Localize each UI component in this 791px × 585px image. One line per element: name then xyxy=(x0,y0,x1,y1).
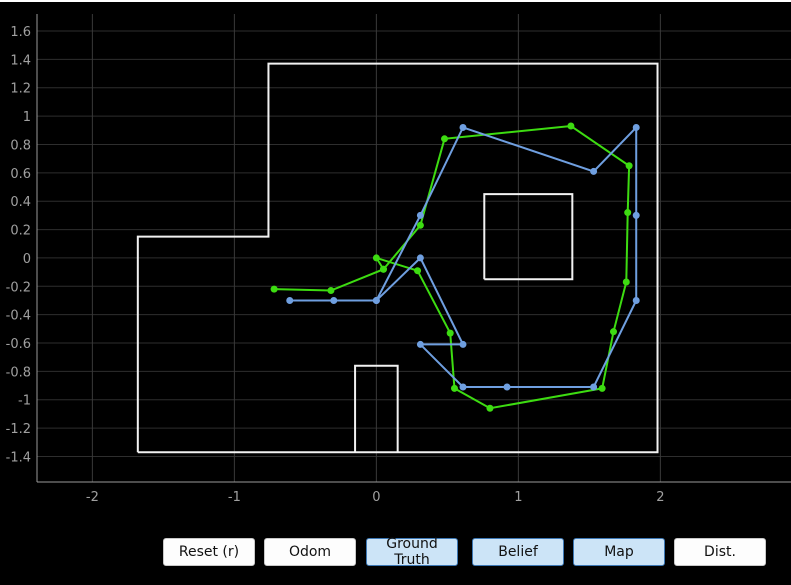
belief-point xyxy=(446,329,454,337)
belief-point xyxy=(610,328,618,336)
y-tick-label: -0.2 xyxy=(6,280,31,295)
belief-point xyxy=(414,267,422,275)
trajectory-plot: 1.6 1.4 1.2 1 0.8 0.6 0.4 0.2 0 -0.2 -0.4 -0.6 -0.8 -… xyxy=(6,14,791,505)
ground-truth-point xyxy=(416,211,424,219)
ground-truth-toggle-button[interactable]: Ground Truth xyxy=(366,536,458,568)
belief-toggle-button[interactable]: Belief xyxy=(472,538,564,566)
belief-point xyxy=(624,209,632,217)
y-tick-label: 1 xyxy=(23,110,31,125)
y-tick-label: -1.2 xyxy=(6,422,31,437)
ground-truth-point xyxy=(459,340,467,348)
y-tick-label: -0.6 xyxy=(6,337,31,352)
ground-truth-point xyxy=(632,123,640,131)
belief-point xyxy=(379,265,387,273)
y-tick-label: 0.8 xyxy=(10,138,31,153)
ground-truth-point xyxy=(632,211,640,219)
x-tick-label: -2 xyxy=(86,490,99,505)
belief-point xyxy=(598,384,606,392)
ground-truth-point xyxy=(416,340,424,348)
ground-truth-point xyxy=(372,296,380,304)
belief-point xyxy=(625,162,633,170)
inner-box-obstacle xyxy=(483,193,574,281)
x-tick-label: -1 xyxy=(228,490,241,505)
ground-truth-point xyxy=(632,296,640,304)
belief-point xyxy=(450,384,458,392)
y-tick-label: 0 xyxy=(23,252,31,267)
ground-truth-point xyxy=(590,383,598,391)
belief-point xyxy=(622,278,630,286)
y-tick-label: 1.2 xyxy=(10,82,31,97)
x-tick-label: 0 xyxy=(372,490,380,505)
y-tick-label: 0.4 xyxy=(10,195,31,210)
belief-path-line xyxy=(274,125,631,410)
ground-truth-point xyxy=(330,296,338,304)
map-toggle-button[interactable]: Map xyxy=(573,538,665,566)
ground-truth-point xyxy=(503,383,511,391)
ground-truth-point xyxy=(416,254,424,262)
y-tick-label: 1.4 xyxy=(10,53,31,68)
y-tick-label: 0.6 xyxy=(10,167,31,182)
belief-point xyxy=(416,221,424,229)
y-tick-label: -1.4 xyxy=(6,450,31,465)
y-tick-label: -0.8 xyxy=(6,365,31,380)
belief-point xyxy=(441,135,449,143)
y-tick-label: -1 xyxy=(18,394,31,409)
belief-point xyxy=(327,287,335,295)
y-tick-label: 1.6 xyxy=(10,25,31,40)
ground-truth-point xyxy=(590,167,598,175)
belief-point xyxy=(372,254,380,262)
belief-point xyxy=(270,285,278,293)
dist-toggle-button[interactable]: Dist. xyxy=(674,538,766,566)
belief-point xyxy=(486,404,494,412)
y-tick-label: 0.2 xyxy=(10,224,31,239)
belief-point xyxy=(567,122,575,130)
ground-truth-point xyxy=(286,296,294,304)
reset-button[interactable]: Reset (r) xyxy=(163,538,255,566)
odom-toggle-button[interactable]: Odom xyxy=(264,538,356,566)
x-tick-label: 2 xyxy=(656,490,664,505)
y-tick-label: -0.4 xyxy=(6,309,31,324)
ground-truth-point xyxy=(459,383,467,391)
ground-truth-point xyxy=(459,123,467,131)
ground-truth-path-line xyxy=(289,124,638,388)
x-tick-label: 1 xyxy=(514,490,522,505)
